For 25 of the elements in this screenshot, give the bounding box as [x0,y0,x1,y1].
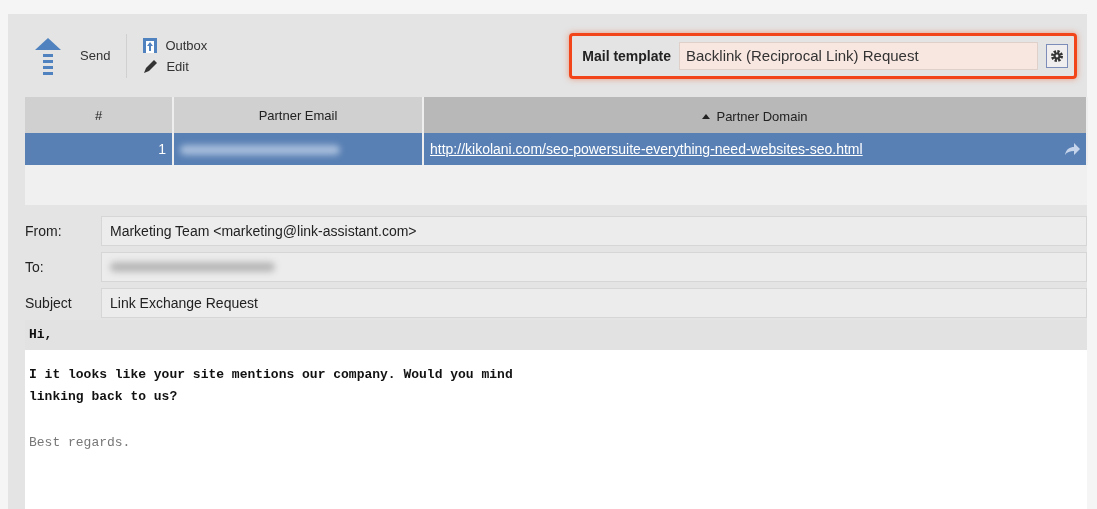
template-dropdown[interactable]: Backlink (Reciprocal Link) Request [679,41,1038,70]
up-arrow-icon [33,35,63,76]
edit-button[interactable]: Edit [143,58,208,74]
folder-icon [143,37,158,53]
row-number: 1 [25,133,173,165]
signature-text: Best regards. [28,434,132,452]
sort-arrow-icon [702,113,711,119]
field-label: From: [25,222,63,241]
settings-button[interactable] [1046,43,1068,68]
column-header[interactable]: # [25,97,173,133]
input-field[interactable]: Link Exchange Request [101,288,1087,318]
message-body-field[interactable]: Hi, I it looks like your site mentions our company. Would you mind linking back to us? Best regards. [25,320,1087,509]
message-paragraph: I it looks like your site mentions our company. Would you mind linking back to us? [28,366,514,406]
column-header[interactable]: Partner Domain [423,97,1087,133]
pencil-icon [143,58,159,74]
outbox-button[interactable]: Outbox [143,37,208,53]
gear-icon [1050,48,1064,63]
column-header[interactable]: Partner Email [173,97,423,133]
mail-template-label: Mail template [582,47,671,64]
send-button[interactable]: Send [33,35,111,76]
field-label: Subject [25,294,73,313]
message-paragraph: Hi, [25,320,1087,350]
input-field[interactable]: Marketing Team <marketing@link-assistant.com> [101,216,1087,246]
field-label: To: [25,258,45,277]
forward-arrow-icon [1064,142,1080,156]
